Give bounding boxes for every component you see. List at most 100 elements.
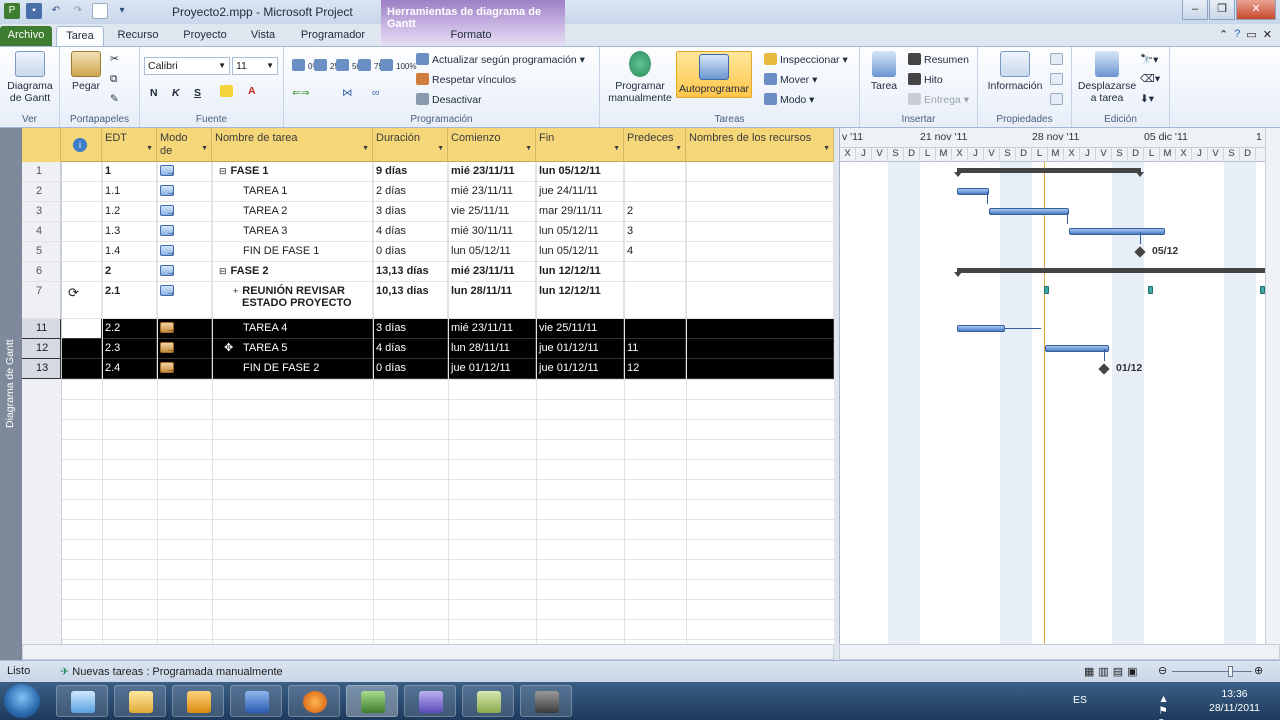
tab-archivo[interactable]: Archivo — [0, 26, 52, 46]
help-icon[interactable]: ? — [1234, 28, 1240, 41]
table-row[interactable]: 11 2.2 TAREA 4 3 díasmié 23/11/11vie 25/11/… — [22, 319, 834, 339]
cell-start[interactable]: mié 23/11/11 — [448, 319, 536, 338]
expand-icon[interactable]: + — [233, 286, 238, 296]
cell-duration[interactable]: 4 días — [373, 222, 448, 241]
cell-start[interactable]: vie 25/11/11 — [448, 202, 536, 221]
cell-name[interactable]: FIN DE FASE 2 — [212, 359, 373, 378]
cell-predecessors[interactable]: 3 — [624, 222, 686, 241]
cell-indicators[interactable] — [61, 202, 102, 221]
cell-mode[interactable] — [157, 282, 212, 318]
select-all-cell[interactable] — [22, 128, 61, 162]
cell-resources[interactable] — [686, 222, 834, 241]
cell-end[interactable]: lun 05/12/11 — [536, 162, 624, 181]
row-id[interactable]: 13 — [22, 359, 61, 378]
taskbar-word[interactable] — [230, 685, 282, 717]
cell-end[interactable]: vie 25/11/11 — [536, 319, 624, 338]
cell-start[interactable]: jue 01/12/11 — [448, 359, 536, 378]
auto-schedule-button[interactable]: Autoprogramar — [676, 51, 752, 98]
cell-mode[interactable] — [157, 162, 212, 181]
fill-color-icon[interactable] — [220, 85, 236, 98]
cell-resources[interactable] — [686, 182, 834, 201]
minimize-button[interactable]: – — [1182, 0, 1208, 20]
milestone-marker[interactable] — [1098, 363, 1110, 375]
cell-name[interactable]: TAREA 2 — [212, 202, 373, 221]
cell-end[interactable]: mar 29/11/11 — [536, 202, 624, 221]
cell-indicators[interactable] — [61, 222, 102, 241]
cell-duration[interactable]: 9 días — [373, 162, 448, 181]
cell-predecessors[interactable] — [624, 182, 686, 201]
row-id[interactable]: 5 — [22, 242, 61, 261]
update-schedule-button[interactable]: Actualizar según programación ▾ — [416, 53, 585, 66]
cell-edt[interactable]: 1.1 — [102, 182, 157, 201]
cell-resources[interactable] — [686, 359, 834, 378]
chevron-down-icon[interactable]: ▼ — [613, 142, 620, 155]
paste-button[interactable]: Pegar — [68, 51, 104, 92]
row-id[interactable]: 1 — [22, 162, 61, 181]
cell-duration[interactable]: 4 días — [373, 339, 448, 358]
cell-name[interactable]: TAREA 5 ✥ — [212, 339, 373, 358]
cell-duration[interactable]: 13,13 días — [373, 262, 448, 281]
cell-end[interactable]: lun 12/12/11 — [536, 282, 624, 318]
zoom-slider[interactable]: ⊖ ⊕ — [1158, 664, 1268, 678]
insert-task-button[interactable]: Tarea — [866, 51, 902, 92]
outdent-icon[interactable]: ⇐⇒ — [292, 87, 310, 99]
cell-edt[interactable]: 2.1 — [102, 282, 157, 318]
summary-button[interactable]: Resumen — [908, 53, 969, 66]
header-indicators[interactable]: i — [61, 128, 102, 162]
clear-icon[interactable]: ⌫▾ — [1140, 73, 1160, 85]
chevron-down-icon[interactable]: ▼ — [362, 142, 369, 155]
cell-predecessors[interactable] — [624, 162, 686, 181]
header-comienzo[interactable]: Comienzo ▼ — [448, 128, 536, 162]
collapse-icon[interactable]: ⊟ — [219, 266, 227, 276]
taskbar-firefox[interactable] — [288, 685, 340, 717]
row-id[interactable]: 6 — [22, 262, 61, 281]
cell-duration[interactable]: 3 días — [373, 319, 448, 338]
cell-predecessors[interactable]: 11 — [624, 339, 686, 358]
cell-predecessors[interactable]: 2 — [624, 202, 686, 221]
cell-start[interactable]: lun 28/11/11 — [448, 282, 536, 318]
cell-duration[interactable]: 0 días — [373, 359, 448, 378]
taskbar-show-desktop[interactable] — [56, 685, 108, 717]
undo-icon[interactable]: ↶ — [48, 3, 64, 19]
taskbar-visio[interactable] — [404, 685, 456, 717]
language-indicator[interactable]: ES — [1073, 694, 1087, 706]
taskbar-outlook[interactable] — [172, 685, 224, 717]
header-modo[interactable]: Modo de ▼ — [157, 128, 212, 162]
task-bar[interactable] — [1069, 228, 1165, 235]
cell-edt[interactable]: 2.3 — [102, 339, 157, 358]
font-color-icon[interactable]: A — [248, 85, 256, 97]
restore-button[interactable]: ❐ — [1209, 0, 1235, 20]
cell-edt[interactable]: 2 — [102, 262, 157, 281]
summary-bar[interactable] — [954, 168, 1144, 177]
cell-predecessors[interactable]: 12 — [624, 359, 686, 378]
bold-button[interactable]: N — [150, 87, 158, 99]
cell-start[interactable]: lun 28/11/11 — [448, 339, 536, 358]
cell-start[interactable]: mié 23/11/11 — [448, 162, 536, 181]
new-file-icon[interactable] — [92, 3, 108, 19]
fill-icon[interactable]: ⬇▾ — [1140, 93, 1154, 105]
collapse-icon[interactable]: ⊟ — [219, 166, 227, 176]
tray-icons[interactable]: ▲ ⚑ ▮ ◀) — [1158, 693, 1182, 720]
doc-restore-icon[interactable]: ▭ — [1246, 28, 1256, 41]
cell-name[interactable]: TAREA 1 — [212, 182, 373, 201]
grid-horizontal-scrollbar[interactable] — [22, 644, 834, 660]
customize-qat-icon[interactable]: ▾ — [114, 3, 130, 19]
cell-mode[interactable] — [157, 339, 212, 358]
minimize-ribbon-icon[interactable]: ⌃ — [1219, 28, 1228, 41]
table-row[interactable]: 12 2.3 TAREA 5 ✥ 4 díaslun 28/11/11jue 01/12… — [22, 339, 834, 359]
chevron-down-icon[interactable]: ▼ — [823, 142, 830, 155]
percent-100-button[interactable]: 100% — [380, 59, 416, 71]
cell-mode[interactable] — [157, 319, 212, 338]
zoom-out-icon[interactable]: ⊖ — [1158, 664, 1167, 677]
header-nombre[interactable]: Nombre de tarea ▼ — [212, 128, 373, 162]
cell-end[interactable]: jue 01/12/11 — [536, 339, 624, 358]
cell-predecessors[interactable] — [624, 282, 686, 318]
chevron-down-icon[interactable]: ▼ — [675, 142, 682, 155]
cell-name[interactable]: TAREA 4 — [212, 319, 373, 338]
chevron-down-icon[interactable]: ▼ — [437, 142, 444, 155]
row-id[interactable]: 4 — [22, 222, 61, 241]
cell-edt[interactable]: 1.4 — [102, 242, 157, 261]
cell-indicators[interactable]: ⟳ — [61, 282, 102, 318]
header-fin[interactable]: Fin ▼ — [536, 128, 624, 162]
cell-start[interactable]: mié 23/11/11 — [448, 182, 536, 201]
